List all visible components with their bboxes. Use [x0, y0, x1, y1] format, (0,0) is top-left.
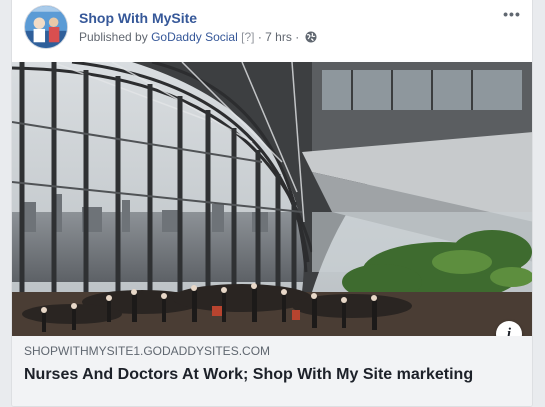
globe-icon[interactable]: [305, 31, 317, 43]
publisher-link[interactable]: GoDaddy Social: [151, 30, 238, 44]
link-domain: SHOPWITHMYSITE1.GODADDYSITES.COM: [24, 344, 271, 358]
link-title[interactable]: Nurses And Doctors At Work; Shop With My…: [24, 364, 522, 385]
post-card: Shop With MySite Published by GoDaddy So…: [11, 0, 533, 407]
post-photo[interactable]: i: [12, 62, 532, 336]
post-time[interactable]: 7 hrs: [265, 30, 292, 44]
more-options-icon[interactable]: •••: [500, 4, 524, 24]
page-avatar[interactable]: [24, 5, 68, 49]
post-meta: Published by GoDaddy Social [?] · 7 hrs …: [79, 30, 317, 44]
page-name-link[interactable]: Shop With MySite: [79, 10, 197, 26]
post-header: Shop With MySite Published by GoDaddy So…: [12, 0, 532, 62]
published-by-label: Published by: [79, 30, 148, 44]
link-preview[interactable]: SHOPWITHMYSITE1.GODADDYSITES.COM Nurses …: [12, 336, 532, 406]
meta-separator-2: ·: [295, 30, 300, 44]
meta-separator: ·: [257, 30, 262, 44]
help-link[interactable]: [?]: [241, 30, 254, 44]
sky-garden-image: [12, 62, 532, 336]
